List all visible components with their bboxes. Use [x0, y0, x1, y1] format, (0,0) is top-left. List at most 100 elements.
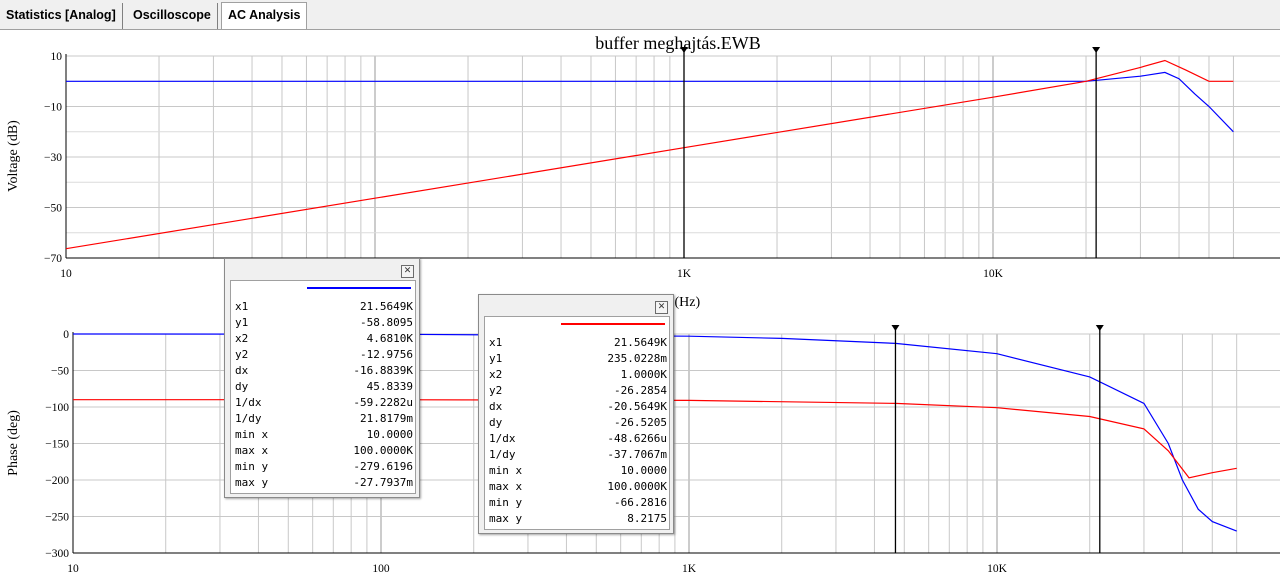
- readout-table: x1 21.5649K y1 -58.8095 x2 4.6810K y2 -12.9756 d…: [235, 299, 413, 491]
- readout-row: max y -27.7937m: [235, 475, 413, 491]
- readout-label: min y: [235, 460, 269, 473]
- cursor-readout-window-phase[interactable]: ✕ x1 21.5649K y1 -58.8095 x2 4.6810K y2 -12.975…: [224, 258, 420, 498]
- readout-label: 1/dy: [235, 412, 262, 425]
- tab-bar: Statistics [Analog] Oscilloscope AC Anal…: [0, 0, 1280, 30]
- readout-row: dy 45.8339: [235, 379, 413, 395]
- readout-value: 45.8339: [366, 380, 413, 393]
- readout-value: -12.9756: [360, 348, 413, 361]
- voltage-series-line-2: [65, 59, 1234, 250]
- readout-row: 1/dx -59.2282u: [235, 395, 413, 411]
- readout-row: y1 235.0228m: [489, 351, 667, 367]
- readout-label: y1: [235, 316, 249, 329]
- readout-label: 1/dy: [489, 448, 516, 461]
- readout-value: 8.2175: [627, 512, 667, 525]
- y-tick-label: −300: [45, 548, 69, 560]
- readout-value: -16.8839K: [353, 364, 413, 377]
- readout-row: x1 21.5649K: [235, 299, 413, 315]
- readout-label: x1: [235, 300, 249, 313]
- tab-statistics-analog[interactable]: Statistics [Analog]: [0, 3, 123, 29]
- readout-row: max x 100.0000K: [235, 443, 413, 459]
- trace-color-swatch: [561, 323, 665, 325]
- readout-row: dy -26.5205: [489, 415, 667, 431]
- readout-row: 1/dy -37.7067m: [489, 447, 667, 463]
- y-tick-label: −150: [45, 439, 69, 451]
- readout-label: dy: [235, 380, 249, 393]
- voltage-series-line-1: [66, 71, 1234, 133]
- x-tick-label: 10K: [983, 268, 1004, 280]
- readout-row: min x 10.0000: [235, 427, 413, 443]
- readout-value: -26.2854: [614, 384, 667, 397]
- readout-label: min y: [489, 496, 523, 509]
- readout-row: y2 -26.2854: [489, 383, 667, 399]
- readout-label: x1: [489, 336, 503, 349]
- readout-value: 1.0000K: [620, 368, 667, 381]
- readout-row: max y 8.2175: [489, 511, 667, 527]
- readout-label: max y: [489, 512, 523, 525]
- readout-row: x2 1.0000K: [489, 367, 667, 383]
- cursor-handle[interactable]: [1092, 47, 1101, 53]
- readout-row: dx -20.5649K: [489, 399, 667, 415]
- readout-value: -59.2282u: [353, 396, 413, 409]
- cursor-handle[interactable]: [1095, 325, 1104, 331]
- x-tick-label: 10: [60, 268, 72, 280]
- y-tick-label: −250: [45, 512, 69, 524]
- chart-title: buffer meghajtás.EWB: [595, 33, 761, 53]
- readout-label: min x: [489, 464, 523, 477]
- y-tick-label: −10: [44, 102, 62, 114]
- y-tick-label: −100: [45, 402, 69, 414]
- readout-label: y2: [489, 384, 503, 397]
- readout-value: 100.0000K: [607, 480, 667, 493]
- readout-value: 10.0000: [620, 464, 667, 477]
- y-tick-label: −200: [45, 475, 69, 487]
- readout-label: max y: [235, 476, 269, 489]
- readout-panel: x1 21.5649K y1 235.0228m x2 1.0000K y2 -26.2854…: [484, 316, 670, 530]
- readout-row: x2 4.6810K: [235, 331, 413, 347]
- readout-label: dx: [489, 400, 503, 413]
- close-icon[interactable]: ✕: [655, 301, 668, 314]
- x-tick-label: 1K: [682, 563, 697, 575]
- x-tick-label: 100: [372, 563, 390, 575]
- readout-value: 100.0000K: [353, 444, 413, 457]
- x-tick-label: 10: [67, 563, 79, 575]
- y-tick-label: −50: [44, 203, 62, 215]
- readout-value: -48.6266u: [607, 432, 667, 445]
- top-y-axis-label: Voltage (dB): [6, 120, 21, 192]
- readout-label: max x: [489, 480, 523, 493]
- readout-value: 10.0000: [366, 428, 413, 441]
- close-icon[interactable]: ✕: [401, 265, 414, 278]
- tab-oscilloscope[interactable]: Oscilloscope: [127, 3, 218, 29]
- readout-row: 1/dx -48.6266u: [489, 431, 667, 447]
- readout-row: max x 100.0000K: [489, 479, 667, 495]
- readout-label: max x: [235, 444, 269, 457]
- readout-row: min y -66.2816: [489, 495, 667, 511]
- cursor-readout-window-voltage[interactable]: ✕ x1 21.5649K y1 235.0228m x2 1.0000K y2 -26.28…: [478, 294, 674, 534]
- readout-value: -279.6196: [353, 460, 413, 473]
- y-tick-label: −30: [44, 152, 62, 164]
- tab-ac-analysis[interactable]: AC Analysis: [221, 2, 308, 29]
- readout-value: -20.5649K: [607, 400, 667, 413]
- readout-value: -66.2816: [614, 496, 667, 509]
- readout-label: y2: [235, 348, 249, 361]
- readout-row: dx -16.8839K: [235, 363, 413, 379]
- readout-value: 21.5649K: [360, 300, 413, 313]
- readout-value: 235.0228m: [607, 352, 667, 365]
- readout-label: dx: [235, 364, 249, 377]
- bottom-y-axis-label: Phase (deg): [6, 410, 21, 476]
- readout-value: 21.8179m: [360, 412, 413, 425]
- readout-label: x2: [235, 332, 249, 345]
- readout-label: min x: [235, 428, 269, 441]
- readout-value: -58.8095: [360, 316, 413, 329]
- readout-value: -37.7067m: [607, 448, 667, 461]
- readout-label: dy: [489, 416, 503, 429]
- readout-panel: x1 21.5649K y1 -58.8095 x2 4.6810K y2 -12.9756 d…: [230, 280, 416, 494]
- readout-row: 1/dy 21.8179m: [235, 411, 413, 427]
- readout-value: 4.6810K: [366, 332, 413, 345]
- readout-value: 21.5649K: [614, 336, 667, 349]
- y-tick-label: 10: [51, 51, 63, 63]
- readout-table: x1 21.5649K y1 235.0228m x2 1.0000K y2 -26.2854…: [489, 335, 667, 527]
- cursor-handle[interactable]: [891, 325, 900, 331]
- readout-row: y2 -12.9756: [235, 347, 413, 363]
- y-tick-label: −70: [44, 253, 62, 265]
- readout-row: x1 21.5649K: [489, 335, 667, 351]
- readout-label: 1/dx: [489, 432, 516, 445]
